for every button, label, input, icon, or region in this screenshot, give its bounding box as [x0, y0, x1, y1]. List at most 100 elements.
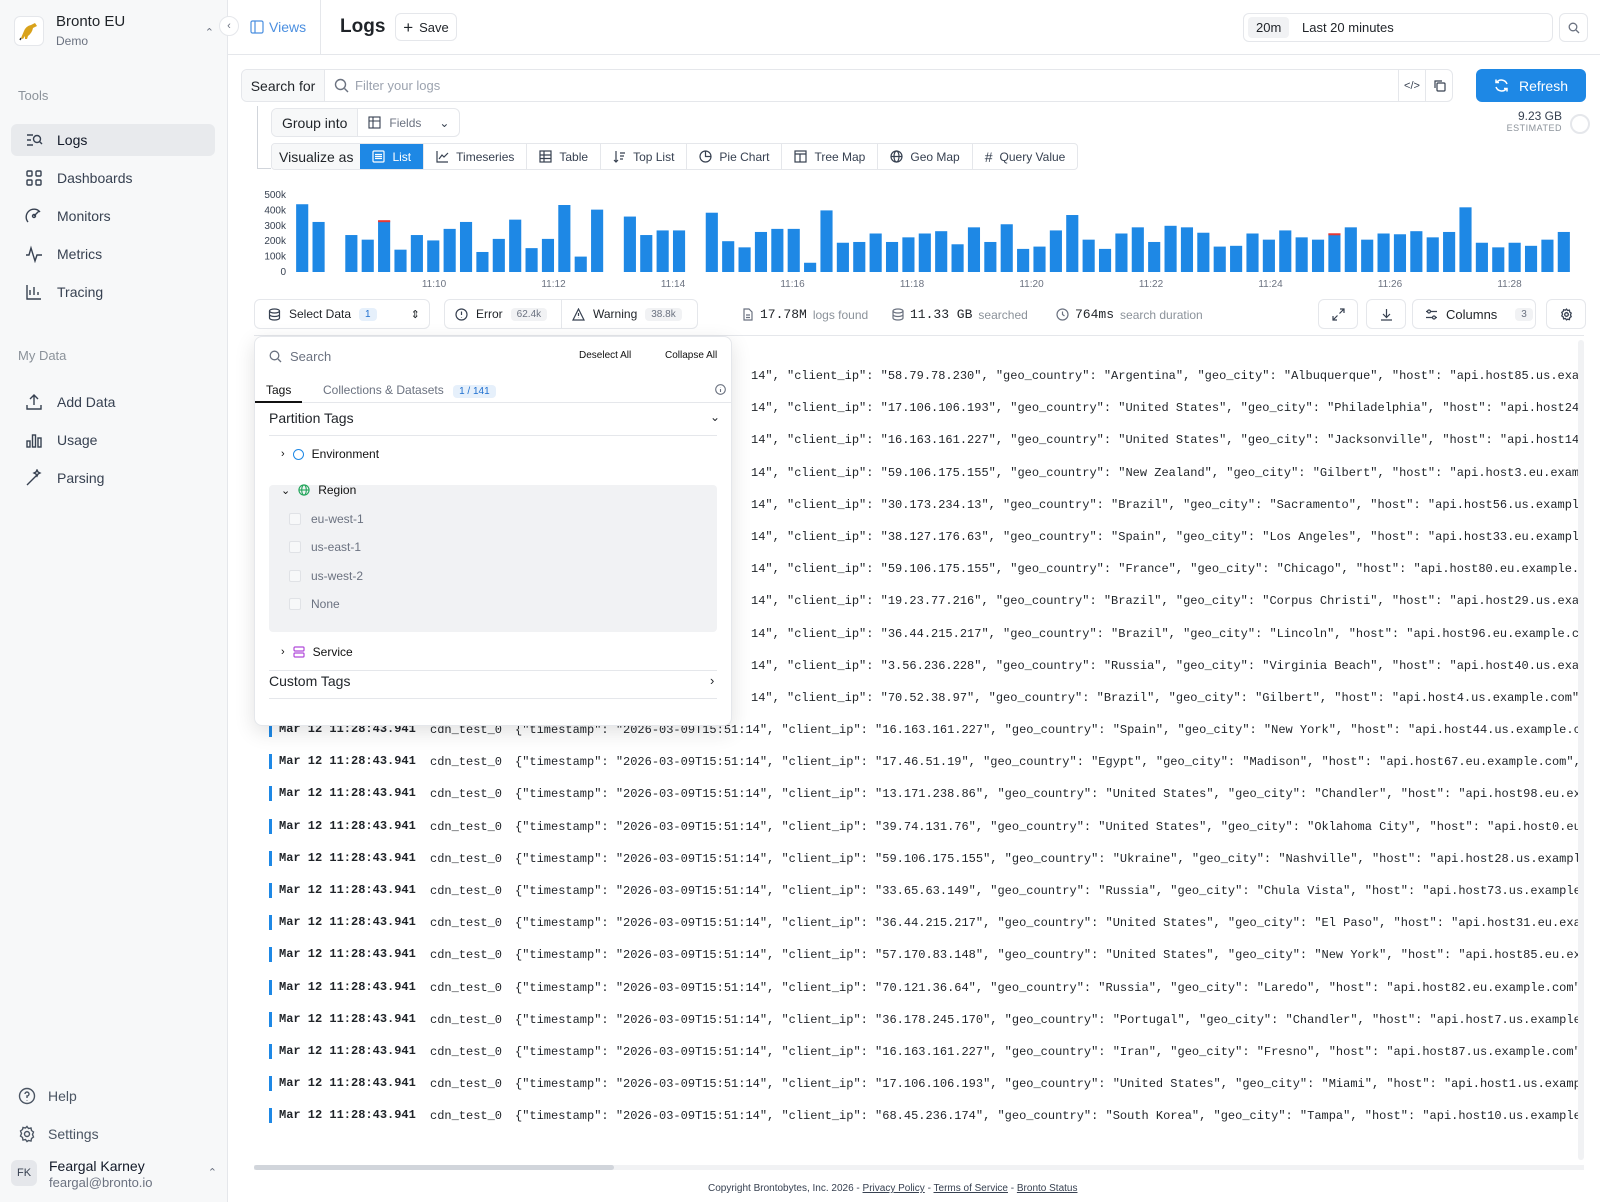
chart-bar[interactable] — [1279, 230, 1292, 272]
chart-bar[interactable] — [656, 230, 669, 272]
chart-bar[interactable] — [869, 233, 882, 273]
vertical-scrollbar[interactable] — [1578, 340, 1584, 1160]
table-row[interactable]: Mar 12 11:28:43.941 cdn_test_0 {"timestamp… — [254, 873, 1584, 905]
privacy-link[interactable]: Privacy Policy — [863, 1183, 925, 1194]
chart-bar[interactable] — [1443, 231, 1456, 272]
chart-bar[interactable] — [984, 241, 997, 272]
region-option[interactable]: us-west-2 — [289, 569, 363, 583]
chart-bar[interactable] — [296, 204, 309, 272]
table-row[interactable]: Mar 12 11:28:43.941 cdn_test_0 {"timestamp… — [254, 1066, 1584, 1098]
chart-bar[interactable] — [1180, 227, 1194, 272]
chart-bar[interactable] — [1213, 246, 1226, 272]
chart-bar[interactable] — [476, 251, 489, 272]
chart-bar[interactable] — [1049, 230, 1062, 272]
dropdown-search[interactable]: Search — [269, 349, 331, 364]
time-search-button[interactable] — [1559, 13, 1588, 42]
chart-error-bar[interactable] — [1328, 233, 1341, 236]
refresh-button[interactable]: Refresh — [1476, 69, 1586, 102]
chart-bar[interactable] — [492, 238, 505, 272]
visualize-option-queryvalue[interactable]: # Query Value — [971, 144, 1078, 169]
error-filter[interactable]: Error 62.4k — [444, 299, 562, 329]
chart-bar[interactable] — [1098, 248, 1112, 272]
chart-bar[interactable] — [820, 210, 833, 272]
status-link[interactable]: Bronto Status — [1017, 1183, 1078, 1194]
chart-bar[interactable] — [1017, 248, 1030, 272]
chart-bar[interactable] — [640, 235, 653, 272]
chevron-right-icon[interactable]: › — [710, 673, 714, 688]
time-range-picker[interactable]: 20m Last 20 minutes — [1243, 13, 1553, 42]
settings-link[interactable]: Settings — [18, 1125, 99, 1143]
tag-environment[interactable]: › Environment — [269, 437, 717, 471]
search-input[interactable] — [355, 74, 1255, 97]
views-button[interactable]: Views — [250, 19, 306, 35]
chart-bar[interactable] — [1344, 227, 1357, 272]
chart-bar[interactable] — [525, 248, 538, 272]
chart-bar[interactable] — [1377, 233, 1390, 273]
collapse-all-button[interactable]: Collapse All — [665, 350, 717, 361]
sidebar-item-metrics[interactable]: Metrics — [11, 238, 215, 270]
chart-bar[interactable] — [410, 235, 423, 272]
chart-bar[interactable] — [1262, 239, 1275, 272]
scroll-thumb[interactable] — [254, 1165, 614, 1170]
warning-filter[interactable]: Warning 38.8k — [561, 299, 698, 329]
chart-bar[interactable] — [443, 228, 456, 272]
chart-bar[interactable] — [312, 221, 325, 272]
chart-bar[interactable] — [574, 256, 587, 272]
select-data-button[interactable]: Select Data 1 ⇕ — [254, 299, 430, 329]
sidebar-item-dashboards[interactable]: Dashboards — [11, 162, 215, 194]
chart-bar[interactable] — [541, 238, 555, 272]
checkbox[interactable] — [289, 598, 301, 610]
checkbox[interactable] — [289, 541, 301, 553]
chart-bar[interactable] — [1426, 237, 1439, 272]
org-switcher[interactable]: Bronto EU Demo ⌃ — [14, 12, 214, 52]
visualize-option-list[interactable]: List — [360, 144, 424, 169]
chart-bar[interactable] — [1164, 225, 1177, 272]
chart-bar[interactable] — [1115, 233, 1128, 273]
chart-bar[interactable] — [1508, 242, 1521, 272]
chart-bar[interactable] — [738, 247, 751, 272]
expand-button[interactable] — [1318, 299, 1358, 329]
tag-service[interactable]: › Service — [269, 635, 717, 669]
chart-bar[interactable] — [1295, 237, 1308, 272]
terms-link[interactable]: Terms of Service — [934, 1183, 1008, 1194]
chart-bar[interactable] — [1475, 242, 1488, 272]
horizontal-scrollbar[interactable] — [254, 1165, 1584, 1170]
visualize-option-timeseries[interactable]: Timeseries — [423, 144, 526, 169]
code-view-button[interactable]: </> — [1398, 70, 1425, 101]
table-row[interactable]: Mar 12 11:28:43.941 cdn_test_0 {"timestamp… — [254, 937, 1584, 969]
table-row[interactable]: Mar 12 11:28:43.941 cdn_test_0 {"timestamp… — [254, 1098, 1584, 1130]
chart-bar[interactable] — [1328, 234, 1341, 272]
chart-bar[interactable] — [1000, 224, 1013, 272]
sidebar-item-add-data[interactable]: Add Data — [11, 386, 215, 418]
group-fields-select[interactable]: Fields ⌄ — [358, 109, 459, 136]
chart-bar[interactable] — [1082, 239, 1095, 272]
chart-bar[interactable] — [1393, 234, 1407, 272]
chart-bar[interactable] — [1197, 232, 1210, 272]
download-button[interactable] — [1366, 299, 1406, 329]
chart-bar[interactable] — [672, 230, 686, 272]
tab-tags[interactable]: Tags — [266, 383, 291, 397]
chart-bar[interactable] — [394, 249, 407, 272]
visualize-option-piechart[interactable]: Pie Chart — [686, 144, 781, 169]
help-link[interactable]: Help — [18, 1087, 77, 1105]
sidebar-item-usage[interactable]: Usage — [11, 424, 215, 456]
chart-bar[interactable] — [623, 216, 636, 272]
save-button[interactable]: + Save — [395, 13, 457, 41]
chart-bar[interactable] — [427, 240, 440, 272]
checkbox[interactable] — [289, 570, 301, 582]
visualize-option-treemap[interactable]: Tree Map — [781, 144, 877, 169]
chart-bar[interactable] — [836, 242, 849, 272]
chart-bar[interactable] — [1148, 241, 1161, 272]
chart-bar[interactable] — [1492, 247, 1505, 272]
chart-bar[interactable] — [902, 237, 915, 272]
table-row[interactable]: Mar 12 11:28:43.941 cdn_test_0 {"timestamp… — [254, 970, 1584, 1002]
chart-bar[interactable] — [1246, 233, 1259, 273]
chart-bar[interactable] — [722, 241, 735, 272]
table-row[interactable]: Mar 12 11:28:43.941 cdn_test_0 {"timestamp… — [254, 809, 1584, 841]
chart-bar[interactable] — [509, 219, 522, 272]
chart-bar[interactable] — [345, 235, 358, 272]
checkbox[interactable] — [289, 513, 301, 525]
chart-bar[interactable] — [1557, 231, 1570, 272]
chart-bar[interactable] — [1131, 227, 1144, 272]
visualize-option-toplist[interactable]: Top List — [600, 144, 686, 169]
